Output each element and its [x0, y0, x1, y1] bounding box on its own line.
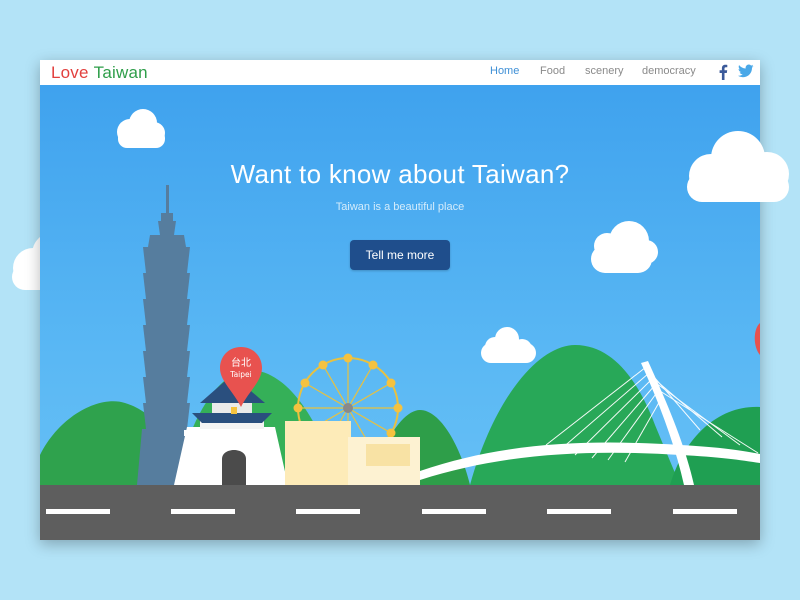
- cloud-top-left: [117, 109, 165, 148]
- road: [40, 485, 760, 540]
- cloud-bridge: [481, 327, 536, 363]
- taiwan-skyline-illustration: 台北 Taipei: [40, 109, 760, 540]
- cloud-right-middle: [591, 221, 658, 273]
- nav-links: Home Food scenery democracy: [40, 60, 760, 85]
- hero-section: 台北 Taipei Want to know about Taiwan? Tai…: [40, 85, 760, 540]
- hero-title: Want to know about Taiwan?: [230, 159, 570, 189]
- map-pin-edge: [754, 323, 760, 355]
- twitter-icon[interactable]: [738, 64, 754, 83]
- nav-link-home[interactable]: Home: [490, 65, 519, 77]
- map-pin-label-chinese: 台北: [231, 356, 251, 369]
- facebook-icon[interactable]: [718, 64, 728, 85]
- nav-link-democracy[interactable]: democracy: [642, 65, 696, 77]
- top-navbar: Love Taiwan Home Food scenery democracy: [40, 60, 760, 85]
- cloud-right-outer: [687, 131, 789, 202]
- nav-link-scenery[interactable]: scenery: [585, 65, 624, 77]
- map-pin-label-english: Taipei: [229, 370, 251, 379]
- browser-window: 台北 Taipei Want to know about Taiwan? Tai…: [40, 60, 760, 540]
- hero-subtitle: Taiwan is a beautiful place: [335, 201, 465, 213]
- nav-link-food[interactable]: Food: [540, 65, 565, 77]
- tell-me-more-button[interactable]: Tell me more: [350, 240, 450, 270]
